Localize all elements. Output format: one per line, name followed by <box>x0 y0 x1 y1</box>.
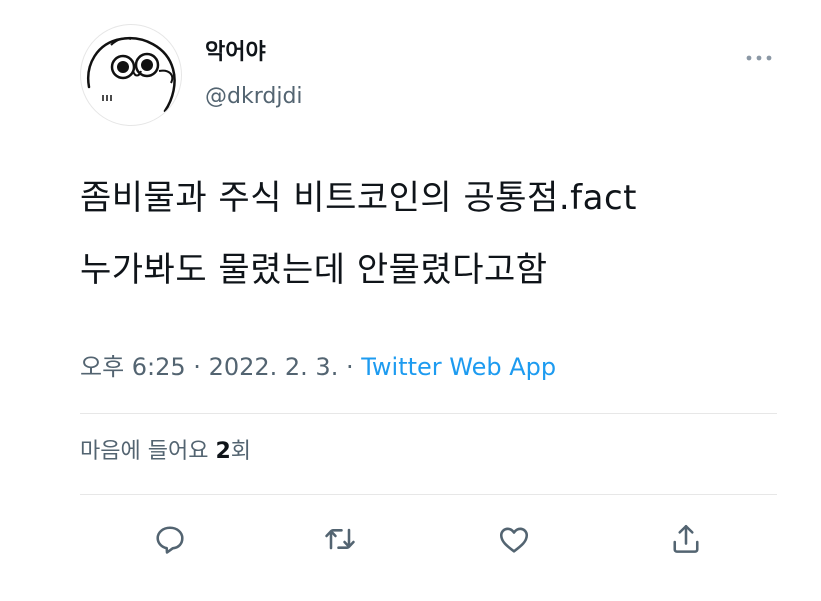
more-dots-icon <box>746 55 772 61</box>
share-icon <box>673 524 699 553</box>
divider <box>80 494 777 495</box>
display-name[interactable]: 악어야 <box>205 40 266 66</box>
divider <box>80 413 777 414</box>
timestamp[interactable]: 오후 6:25 · 2022. 2. 3. · <box>80 353 361 381</box>
user-handle[interactable]: @dkrdjdi <box>205 84 303 110</box>
like-button[interactable] <box>492 517 536 561</box>
likes-label: 마음에 들어요 <box>80 439 216 464</box>
retweet-icon <box>325 528 355 550</box>
more-options-button[interactable] <box>744 50 774 66</box>
tweet-text-line: 좀비물과 주식 비트코인의 공통점.fact <box>80 178 637 218</box>
tweet-metadata: 오후 6:25 · 2022. 2. 3. · Twitter Web App <box>80 352 556 382</box>
like-icon <box>499 527 529 553</box>
likes-unit: 회 <box>230 439 251 464</box>
reply-icon <box>156 526 184 554</box>
cartoon-bird-avatar-icon <box>87 37 176 113</box>
source-link[interactable]: Twitter Web App <box>361 353 556 381</box>
tweet-text-line: 누가봐도 물렸는데 안물렸다고함 <box>80 250 548 290</box>
likes-count: 2 <box>215 439 231 464</box>
share-button[interactable] <box>664 517 708 561</box>
likes-summary[interactable]: 마음에 들어요 2회 <box>80 438 251 466</box>
avatar[interactable] <box>80 24 182 126</box>
reply-button[interactable] <box>148 517 192 561</box>
retweet-button[interactable] <box>318 517 362 561</box>
tweet-card: 악어야 @dkrdjdi 좀비물과 주식 비트코인의 공통점.fact 누가봐도… <box>0 0 821 601</box>
